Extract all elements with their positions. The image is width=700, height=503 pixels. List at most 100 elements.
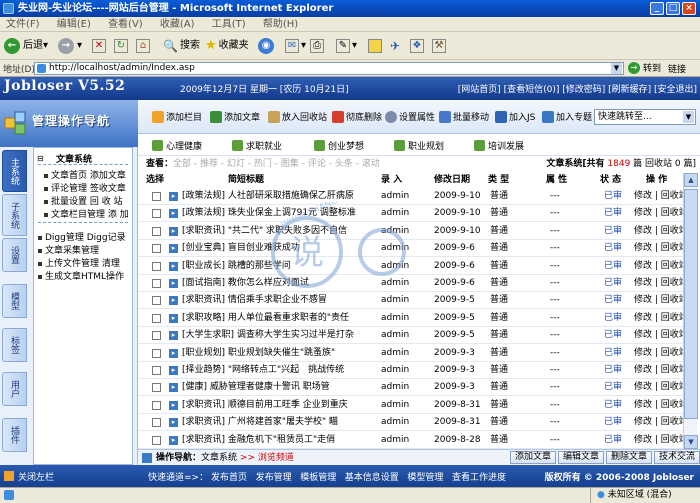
- add-column-button[interactable]: 添加栏目: [152, 110, 202, 123]
- nav-column-add[interactable]: 添 加: [108, 210, 129, 220]
- row-checkbox[interactable]: [152, 226, 161, 236]
- op-tech-exchange-button[interactable]: 技术交流: [654, 451, 700, 464]
- vertical-scrollbar[interactable]: ▲ ▼: [683, 173, 698, 449]
- maximize-button[interactable]: □: [666, 2, 680, 15]
- delete-permanently-button[interactable]: 彻底删除: [332, 110, 382, 123]
- article-status[interactable]: 已审: [604, 362, 634, 379]
- close-left-pane[interactable]: 关闭左栏: [18, 470, 54, 483]
- tools-button[interactable]: ⚒: [432, 36, 448, 56]
- article-actions[interactable]: 修改 | 回收站: [634, 223, 690, 240]
- article-status[interactable]: 已审: [604, 379, 634, 396]
- favorites-button[interactable]: ★ 收藏夹: [205, 36, 249, 56]
- article-title[interactable]: [大学生求职] 调查称大学生实习过半是打杂: [182, 327, 377, 344]
- set-attributes-button[interactable]: 设置属性: [385, 110, 435, 123]
- nav-generate-html[interactable]: 生成文章HTML操作: [45, 272, 124, 282]
- article-status[interactable]: 已审: [604, 327, 634, 344]
- add-js-button[interactable]: 加入JS: [495, 110, 535, 123]
- footer-link-basic-info[interactable]: 基本信息设置: [345, 473, 399, 483]
- footer-link-progress[interactable]: 查看工作进度: [452, 473, 506, 483]
- refresh-button[interactable]: ↻: [114, 36, 130, 56]
- tab-sub-system[interactable]: 子系统: [2, 194, 27, 236]
- category-career-plan[interactable]: 职业规划: [394, 139, 444, 152]
- article-status[interactable]: 已审: [604, 188, 634, 205]
- article-actions[interactable]: 修改 | 回收站: [634, 258, 690, 275]
- back-button[interactable]: ← 后退 ▾: [4, 36, 48, 56]
- article-actions[interactable]: 修改 | 回收站: [634, 345, 690, 362]
- research-button[interactable]: ❖: [410, 36, 426, 56]
- row-checkbox[interactable]: [152, 192, 161, 201]
- footer-link-publish-manage[interactable]: 发布管理: [256, 473, 292, 483]
- tab-settings[interactable]: 设置: [2, 238, 27, 272]
- article-title[interactable]: [求职资讯] 顺德目前用工旺季 企业到重庆: [182, 397, 377, 414]
- article-title[interactable]: [求职攻略] 用人单位最看重求职者的"责任: [182, 310, 377, 327]
- messenger-button[interactable]: ✈: [390, 36, 400, 56]
- row-checkbox[interactable]: [152, 261, 161, 271]
- footer-link-publish-home[interactable]: 发布首页: [211, 473, 247, 483]
- nav-comments[interactable]: 评论管理: [51, 184, 87, 194]
- print-button[interactable]: ⎙: [310, 36, 326, 56]
- article-actions[interactable]: 修改 | 回收站: [634, 275, 690, 292]
- add-topic-button[interactable]: 加入专题: [542, 110, 592, 123]
- search-button[interactable]: 🔍 搜索: [163, 36, 200, 56]
- op-add-article-button[interactable]: 添加文章: [510, 451, 557, 464]
- article-status[interactable]: 已审: [604, 240, 634, 257]
- article-actions[interactable]: 修改 | 回收站: [634, 205, 690, 222]
- move-to-recycle-button[interactable]: 放入回收站: [268, 110, 327, 123]
- address-input[interactable]: http://localhost/admin/Index.asp ▼: [34, 62, 624, 75]
- row-checkbox[interactable]: [152, 348, 161, 358]
- row-checkbox[interactable]: [152, 209, 161, 219]
- edit-button[interactable]: ✎ ▾: [336, 36, 357, 56]
- close-button[interactable]: ×: [682, 2, 696, 15]
- op-delete-article-button[interactable]: 删除文章: [606, 451, 653, 464]
- row-checkbox[interactable]: [152, 313, 161, 323]
- article-actions[interactable]: 修改 | 回收站: [634, 188, 690, 205]
- minimize-button[interactable]: _: [650, 2, 664, 15]
- menu-view[interactable]: 查看(V): [108, 19, 143, 30]
- article-status[interactable]: 已审: [604, 414, 634, 431]
- article-status[interactable]: 已审: [604, 397, 634, 414]
- article-title[interactable]: [择业趋势] "网络转点工"兴起 挑战传统: [182, 362, 377, 379]
- nav-collect-manage[interactable]: 文章采集管理: [45, 246, 99, 256]
- article-actions[interactable]: 修改 | 回收站: [634, 362, 690, 379]
- view-filters[interactable]: 全部 - 推荐 - 幻灯 - 热门 - 图集 - 评论 - 头条 - 滚动: [173, 159, 380, 169]
- article-title[interactable]: [创业宝典] 盲目创业难获成功: [182, 240, 377, 257]
- tab-plugins[interactable]: 插件: [2, 418, 27, 452]
- article-title[interactable]: [求职资讯] 情侣乘手求职企业不感冒: [182, 292, 377, 309]
- article-status[interactable]: 已审: [604, 432, 634, 449]
- tab-users[interactable]: 用户: [2, 372, 27, 406]
- article-status[interactable]: 已审: [604, 292, 634, 309]
- footer-link-models[interactable]: 模型管理: [407, 473, 443, 483]
- discuss-button[interactable]: [368, 36, 384, 56]
- stop-button[interactable]: ✕: [92, 36, 108, 56]
- row-checkbox[interactable]: [152, 418, 161, 428]
- menu-edit[interactable]: 编辑(E): [57, 19, 91, 30]
- scroll-thumb[interactable]: [684, 189, 698, 419]
- article-actions[interactable]: 修改 | 回收站: [634, 432, 690, 449]
- article-actions[interactable]: 修改 | 回收站: [634, 292, 690, 309]
- collapse-icon[interactable]: ⊟: [37, 154, 44, 163]
- scroll-down-icon[interactable]: ▼: [684, 435, 698, 449]
- article-actions[interactable]: 修改 | 回收站: [634, 240, 690, 257]
- menu-tools[interactable]: 工具(T): [212, 19, 246, 30]
- article-actions[interactable]: 修改 | 回收站: [634, 397, 690, 414]
- row-checkbox[interactable]: [152, 296, 161, 306]
- article-title[interactable]: [健康] 威胁管理者健康十警讯 职场管: [182, 379, 377, 396]
- category-training[interactable]: 培训发展: [474, 139, 524, 152]
- quick-jump-select[interactable]: 快速跳转至... ▼: [594, 109, 696, 125]
- row-checkbox[interactable]: [152, 244, 161, 254]
- op-path[interactable]: 文章系统: [201, 453, 237, 463]
- article-title[interactable]: [职业规划] 职业规划缺失催生"跳蚤族": [182, 345, 377, 362]
- article-actions[interactable]: 修改 | 回收站: [634, 379, 690, 396]
- article-title[interactable]: [政策法规] 珠失业保金上调791元 调整标准: [182, 205, 377, 222]
- nav-digg-manage[interactable]: Digg管理: [45, 233, 84, 243]
- scroll-up-icon[interactable]: ▲: [684, 173, 698, 187]
- tab-main-system[interactable]: 主系统: [2, 150, 27, 192]
- article-status[interactable]: 已审: [604, 310, 634, 327]
- article-title[interactable]: [政策法规] 人社部研采取措施确保乙肝病原: [182, 188, 377, 205]
- nav-sign-article[interactable]: 签收文章: [90, 184, 126, 194]
- article-title[interactable]: [职业成长] 跳槽的那些学问: [182, 258, 377, 275]
- nav-batch-settings[interactable]: 批量设置: [51, 197, 87, 207]
- article-title[interactable]: [求职资讯] 金融危机下"租赁员工"走俏: [182, 432, 377, 449]
- footer-link-templates[interactable]: 模板管理: [300, 473, 336, 483]
- nav-recycle-bin[interactable]: 回 收 站: [90, 197, 123, 207]
